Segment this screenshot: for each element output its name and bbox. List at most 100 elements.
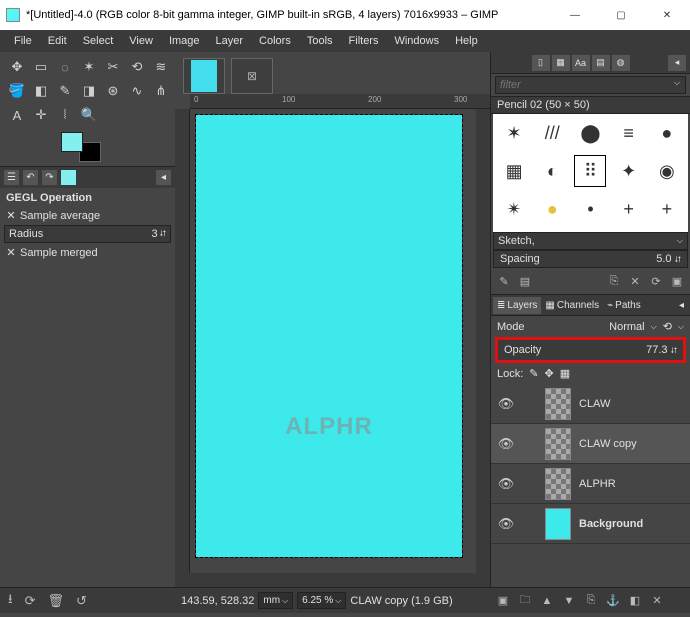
layer-row[interactable]: 👁 Background [491,504,690,544]
dock-menu-icon[interactable]: ◂ [668,55,686,71]
tool-path[interactable]: ⋔ [150,80,172,102]
brush-open-icon[interactable]: ▣ [668,273,686,289]
tool-rect-select[interactable]: ▭ [30,56,52,78]
raise-layer-icon[interactable]: ▲ [538,593,556,609]
tab-gradients-icon[interactable]: ◍ [612,55,630,71]
menu-windows[interactable]: Windows [386,32,447,50]
tool-zoom[interactable]: 🔍 [78,104,100,126]
menu-select[interactable]: Select [75,32,122,50]
brush-item[interactable]: ✴ [499,194,529,224]
menu-image[interactable]: Image [161,32,208,50]
tool-warp[interactable]: ≋ [150,56,172,78]
menu-file[interactable]: File [6,32,40,50]
brush-item[interactable]: ◐ [537,156,567,186]
ruler-vertical[interactable] [175,109,190,573]
brush-item[interactable]: ▦ [499,156,529,186]
tool-lasso[interactable]: ◌ [54,56,76,78]
brush-item[interactable]: ≡ [614,118,644,148]
spacing-slider[interactable]: Spacing 5.0 ⮃ [493,250,688,268]
layer-thumbnail[interactable] [545,508,571,540]
reset-icon[interactable]: ↺ [76,593,87,609]
restore-icon[interactable]: ⟳ [25,593,36,609]
brush-item[interactable]: ● [537,194,567,224]
remove-opt2-icon[interactable]: ✕ [6,246,16,259]
layer-name[interactable]: CLAW copy [579,438,637,450]
tool-crop[interactable]: ✂ [102,56,124,78]
layer-thumbnail[interactable] [545,468,571,500]
canvas-tab-close[interactable]: ⊠ [231,58,273,94]
spinner-icon[interactable]: ⮃ [160,229,166,239]
dock-menu-icon[interactable]: ◂ [675,297,688,314]
dock-tab-tooloptions[interactable]: ☰ [4,170,19,185]
canvas-page[interactable]: ALPHR [196,115,462,557]
canvas-viewport[interactable]: ALPHR [190,109,476,573]
menu-view[interactable]: View [121,32,161,50]
brush-item[interactable]: ● [652,118,682,148]
menu-layer[interactable]: Layer [208,32,252,50]
layer-name[interactable]: CLAW [579,398,610,410]
visibility-toggle-icon[interactable]: 👁 [497,516,515,532]
close-button[interactable]: ✕ [644,0,690,30]
zoom-select[interactable]: 6.25 %⌵ [297,592,346,609]
brush-filter[interactable]: ⌵ [495,76,686,94]
tool-eraser[interactable]: ◨ [78,80,100,102]
tool-transform[interactable]: ⟲ [126,56,148,78]
visibility-toggle-icon[interactable]: 👁 [497,476,515,492]
layer-name[interactable]: Background [579,518,643,530]
dock-tab-images[interactable] [61,170,76,185]
delete-layer-icon[interactable]: ✕ [648,593,666,609]
spinner-icon[interactable]: ⮃ [671,346,677,355]
tab-patterns-icon[interactable]: ▦ [552,55,570,71]
tool-bucket[interactable]: 🪣 [6,80,28,102]
lower-layer-icon[interactable]: ▼ [560,593,578,609]
layer-thumbnail[interactable] [545,428,571,460]
brush-item[interactable]: ✶ [499,118,529,148]
tool-text[interactable]: A [6,104,28,126]
brush-item-selected[interactable]: ⠿ [575,156,605,186]
lock-pixels-icon[interactable]: ✎ [529,367,538,380]
layer-thumbnail[interactable] [545,388,571,420]
opacity-slider[interactable]: Opacity 77.3 ⮃ [495,337,686,363]
tool-move[interactable]: ✥ [6,56,28,78]
brush-item[interactable]: ✦ [614,156,644,186]
menu-tools[interactable]: Tools [299,32,341,50]
tab-layers[interactable]: ≣Layers [493,297,541,314]
delete-icon[interactable]: 🗑 [47,593,64,609]
dock-menu-icon[interactable]: ◂ [156,170,171,185]
brush-item[interactable]: ◉ [652,156,682,186]
dock-tab-undo[interactable]: ↷ [42,170,57,185]
tab-fonts-icon[interactable]: Aa [572,55,590,71]
unit-select[interactable]: mm⌵ [258,592,293,609]
tab-history-icon[interactable]: ▤ [592,55,610,71]
brush-item[interactable]: ⬤ [575,118,605,148]
layer-name[interactable]: ALPHR [579,478,616,490]
fg-color-swatch[interactable] [61,132,83,152]
chevron-down-icon[interactable]: ⌵ [651,322,657,332]
lock-position-icon[interactable]: ✥ [545,367,554,380]
radius-value[interactable]: 3 [151,228,157,240]
menu-help[interactable]: Help [447,32,486,50]
mode-reset-icon[interactable]: ⟲ [663,320,672,333]
brush-refresh-icon[interactable]: ⟳ [647,273,665,289]
vertical-scrollbar[interactable] [476,109,490,573]
minimize-button[interactable]: — [552,0,598,30]
mask-layer-icon[interactable]: ◧ [626,593,644,609]
brush-item[interactable]: + [652,194,682,224]
brush-category-select[interactable]: Sketch, ⌵ [493,232,688,250]
remove-opt-icon[interactable]: ✕ [6,209,16,222]
tool-clone[interactable]: ⊛ [102,80,124,102]
brush-edit-icon[interactable]: ✎ [495,273,513,289]
brush-grid[interactable]: ✶ /// ⬤ ≡ ● ▦ ◐ ⠿ ✦ ◉ ✴ ● • + + [493,114,688,232]
mode-value[interactable]: Normal [609,321,644,333]
chevron-down-icon[interactable]: ⌵ [678,322,684,332]
brush-filter-input[interactable] [495,76,686,94]
brush-duplicate-icon[interactable]: ⎘ [605,273,623,289]
merge-layer-icon[interactable]: ⚓ [604,593,622,609]
brush-item[interactable]: + [614,194,644,224]
new-layer-icon[interactable]: ▣ [494,593,512,609]
tool-picker[interactable]: ✛ [30,104,52,126]
menu-filters[interactable]: Filters [341,32,387,50]
tab-paths[interactable]: ⌁Paths [603,297,645,314]
spinner-icon[interactable]: ⮃ [675,255,681,264]
dock-tab-device[interactable]: ↶ [23,170,38,185]
